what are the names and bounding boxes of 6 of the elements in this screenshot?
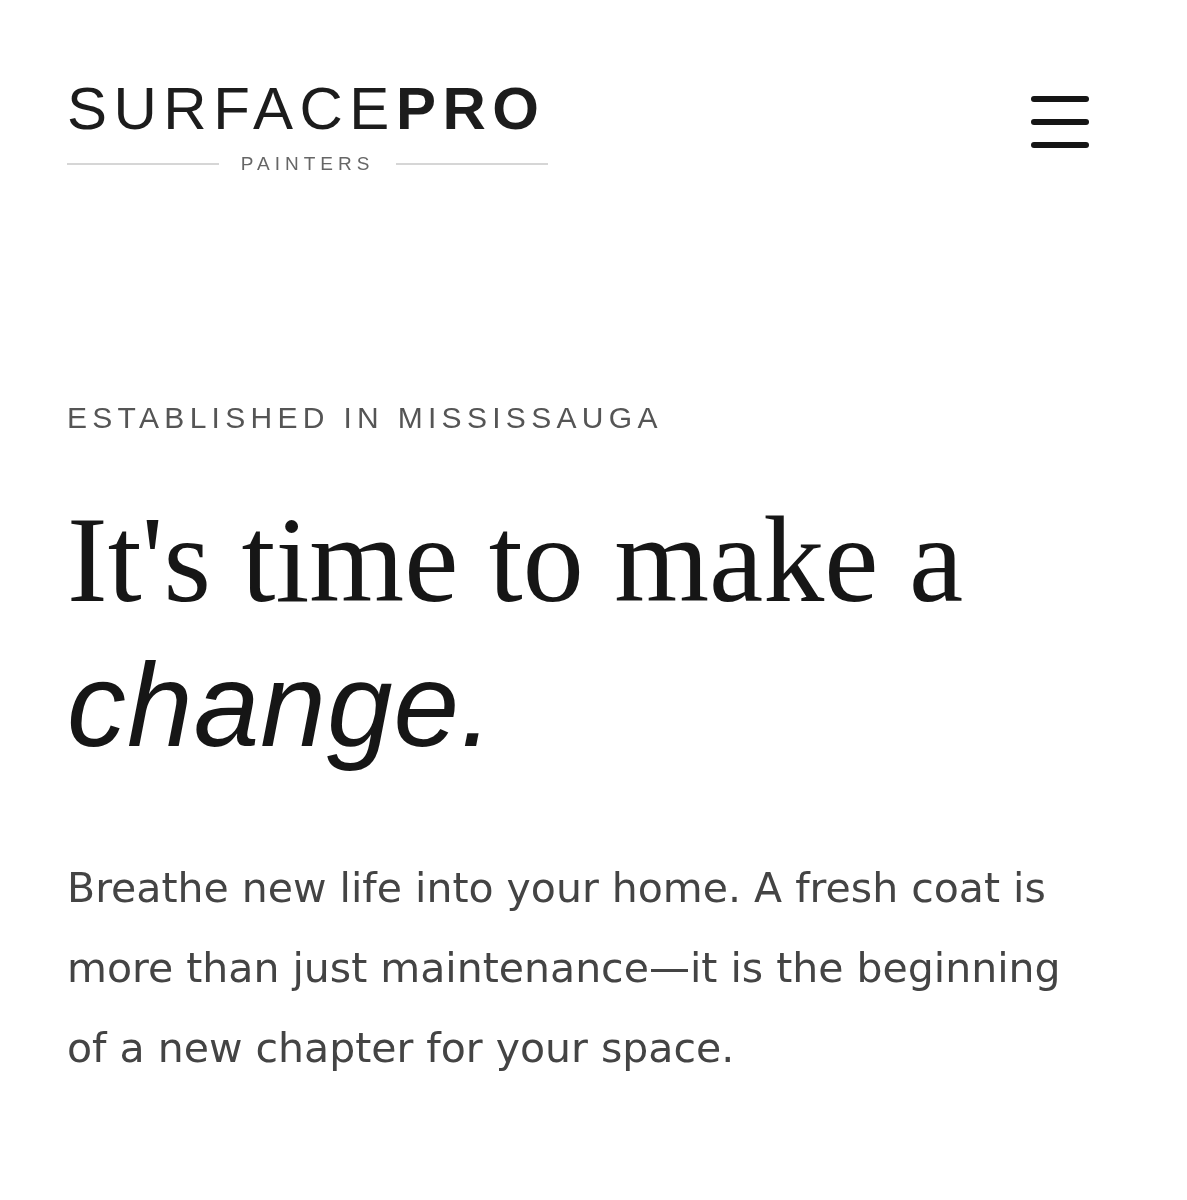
hero-paragraph: Breathe new life into your home. A fresh coat is more than just maintenance—it is the beginning of a new chapter for your space. [67, 863, 1062, 1074]
menu-icon[interactable] [1031, 96, 1089, 148]
logo-tagline: PAINTERS [240, 153, 375, 175]
hero-heading: It's time to make a change. [67, 491, 965, 773]
eyebrow-text: ESTABLISHED IN MISSISSAUGA [67, 401, 663, 435]
logo-wordmark[interactable]: SURFACEPRO [67, 79, 546, 139]
